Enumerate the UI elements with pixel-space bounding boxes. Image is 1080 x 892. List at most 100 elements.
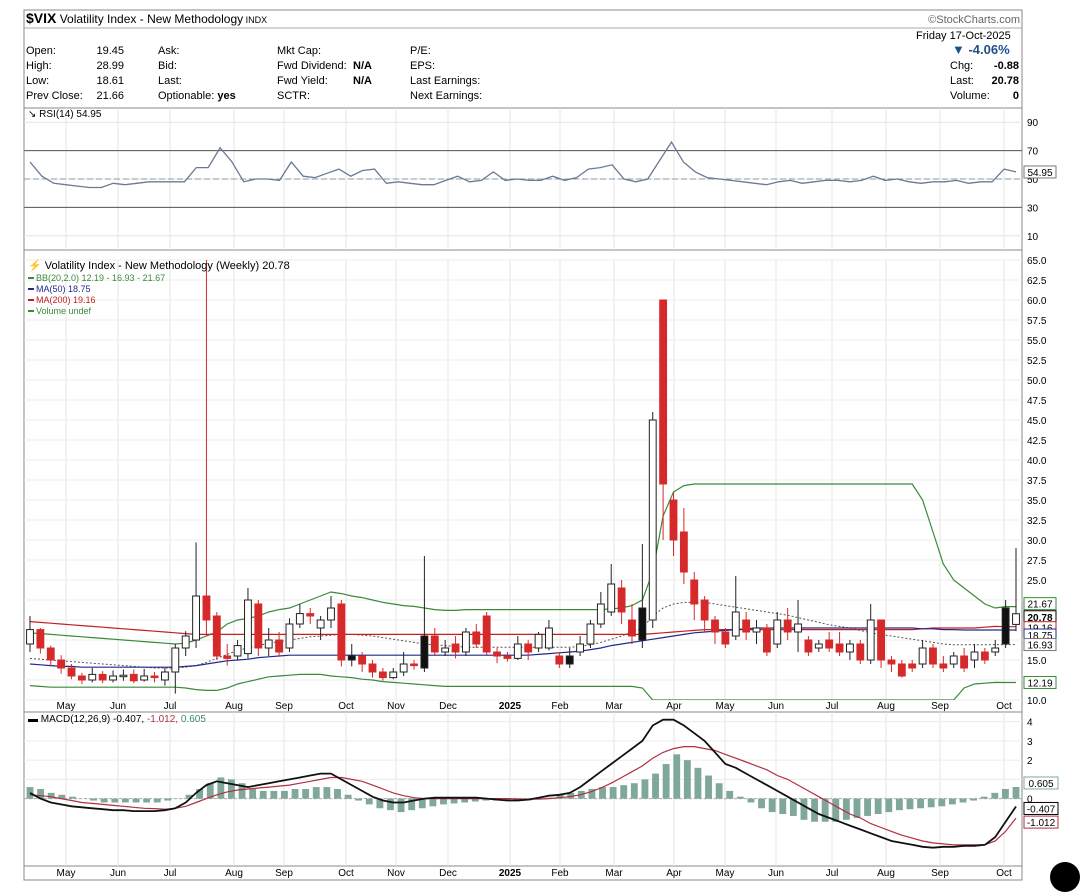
candle-body — [420, 635, 429, 669]
macd-legend: ▬ MACD(12,26,9) -0.407, -1.012, 0.605 — [28, 714, 206, 725]
price-x-label: Jun — [110, 701, 126, 712]
macd-histogram-bar — [779, 798, 787, 815]
macd-histogram-bar — [874, 798, 882, 815]
stat-chg: Chg: — [950, 60, 974, 72]
price-tick-label: 65.0 — [1027, 256, 1047, 267]
macd-histogram-bar — [853, 798, 861, 818]
candle-body — [493, 651, 501, 657]
macd-histogram-bar — [758, 798, 765, 809]
candle-body — [856, 643, 865, 661]
rsi-tick-label: 10 — [1027, 232, 1039, 243]
macd-x-label: Oct — [338, 868, 354, 879]
candle-body — [347, 655, 356, 661]
macd-x-label: Jul — [826, 868, 839, 879]
macd-histogram-bar — [461, 798, 469, 803]
macd-histogram-bar — [948, 798, 956, 805]
price-x-label: Sep — [931, 701, 949, 712]
candle-body — [192, 595, 200, 641]
macd-histogram-bar — [705, 775, 712, 799]
stat-low: Low: — [26, 75, 50, 87]
candle-body — [337, 603, 346, 661]
macd-histogram-bar — [927, 798, 935, 808]
macd-histogram-bar — [620, 785, 628, 799]
candle-body — [140, 675, 149, 681]
candle-body — [212, 615, 221, 657]
candle-body — [576, 643, 585, 653]
candle-body — [36, 629, 45, 649]
candle-body — [389, 671, 398, 679]
macd-histogram-bar — [249, 789, 257, 799]
macd-histogram-bar — [938, 798, 946, 807]
macd-histogram-bar — [609, 787, 617, 799]
price-x-label: Jul — [164, 701, 177, 712]
macd-histogram-bar — [312, 787, 320, 799]
stat-chg-value: -0.88 — [993, 60, 1019, 72]
macd-histogram-bar — [906, 798, 914, 810]
stat-low-value: 18.61 — [96, 75, 124, 87]
macd-histogram-bar — [323, 787, 331, 799]
price-x-label: 2025 — [499, 701, 522, 712]
candle-body — [783, 619, 792, 633]
macd-histogram-bar — [344, 794, 352, 799]
candle-body — [908, 663, 917, 669]
candle-body — [430, 635, 439, 653]
rsi-tick-label: 30 — [1027, 203, 1039, 214]
price-legend: ⚡ Volatility Index - New Methodology (We… — [28, 259, 290, 272]
macd-x-label: Sep — [931, 868, 949, 879]
series-legend-label: MA(200) 19.16 — [36, 295, 96, 305]
candle-body — [887, 659, 896, 665]
macd-histogram-bar — [630, 783, 638, 799]
macd-value-tag-text: -0.407 — [1027, 804, 1056, 815]
price-tick-label: 47.5 — [1027, 396, 1047, 407]
macd-histogram-bar — [355, 798, 363, 801]
macd-histogram-bar — [334, 789, 341, 799]
macd-histogram-bar — [715, 783, 723, 799]
candle-body — [77, 675, 86, 681]
macd-x-label: Apr — [666, 868, 682, 879]
price-tick-label: 25.0 — [1027, 576, 1047, 587]
candle-body — [441, 647, 450, 653]
macd-histogram-bar — [291, 789, 299, 799]
price-tick-label: 32.5 — [1027, 516, 1047, 527]
stat-volume-value: 0 — [1012, 90, 1019, 102]
candle-body — [555, 655, 564, 665]
macd-x-label: Oct — [996, 868, 1012, 879]
candle-body — [181, 635, 190, 649]
macd-x-label: Jun — [768, 868, 784, 879]
stat-last-price-value: 20.78 — [991, 75, 1019, 87]
stat-optionable: Optionable: yes — [158, 90, 236, 102]
panel-frame — [23, 711, 1023, 867]
macd-histogram-bar — [143, 798, 151, 803]
candle-body — [762, 627, 771, 653]
candle-body — [358, 655, 367, 665]
rsi-tick-label: 70 — [1027, 147, 1039, 158]
macd-histogram-bar — [164, 798, 172, 801]
macd-value-tag-text: -1.012 — [1027, 818, 1056, 829]
macd-histogram-bar — [90, 798, 98, 801]
price-tick-label: 40.0 — [1027, 456, 1047, 467]
candle-body — [368, 663, 377, 673]
stat-fwd-dividend-value: N/A — [353, 60, 372, 72]
candle-body — [275, 639, 284, 653]
stat-pe: P/E: — [410, 45, 431, 57]
macd-value-tag-text: 0.605 — [1028, 779, 1053, 790]
candle-body — [285, 623, 294, 649]
macd-histogram-bar — [895, 798, 903, 811]
macd-x-label: Mar — [605, 868, 623, 879]
stat-open-value: 19.45 — [96, 45, 124, 57]
macd-histogram-bar — [429, 798, 437, 807]
change-percent: ▼ -4.06% — [952, 42, 1010, 57]
macd-histogram-bar — [832, 798, 840, 822]
candle-body — [1012, 613, 1020, 625]
macd-x-label: Aug — [225, 868, 243, 879]
candle-body — [752, 627, 761, 633]
stat-last: Last: — [158, 75, 182, 87]
price-x-label: Nov — [387, 701, 405, 712]
price-x-label: Mar — [605, 701, 623, 712]
quote-date: Friday 17-Oct-2025 — [916, 30, 1011, 42]
macd-histogram-bar — [153, 798, 161, 803]
candle-body — [960, 655, 969, 669]
candle-body — [897, 663, 906, 677]
candle-body — [742, 619, 751, 633]
candle-body — [918, 647, 927, 665]
